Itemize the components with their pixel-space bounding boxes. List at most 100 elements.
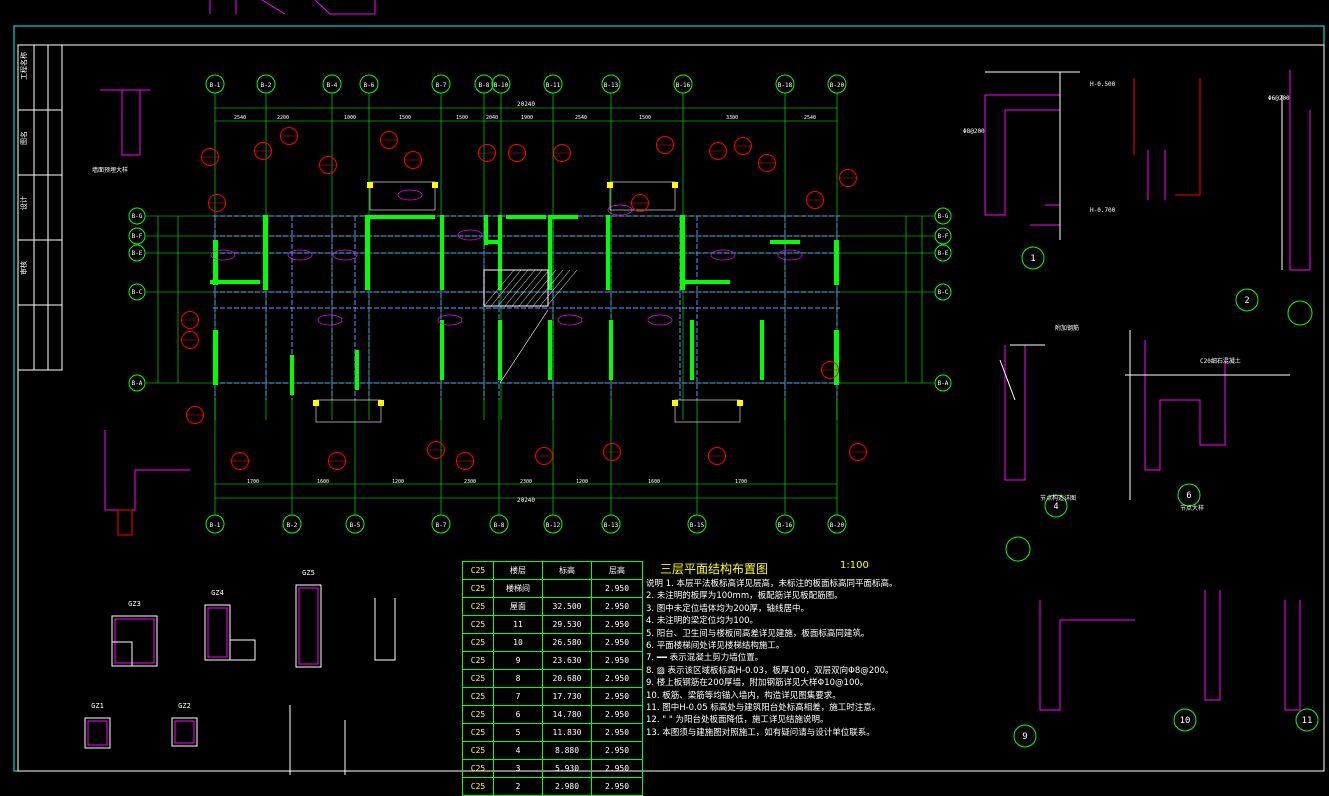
axis-label: B-20 <box>830 82 845 89</box>
column-label: GZ4 <box>211 589 224 597</box>
shear-wall <box>365 215 435 219</box>
title-block-label: 工程名称 <box>19 52 28 80</box>
note-line: 4. 未注明的梁定位均为100。 <box>646 616 759 627</box>
plan-scale: 1:100 <box>840 560 869 571</box>
level-table-cell: 2.950 <box>591 651 643 670</box>
section-markers <box>181 127 867 470</box>
detail-line <box>1133 78 1201 196</box>
note-line: 13. 本图须与建施图对照施工，如有疑问请与设计单位联系。 <box>646 727 875 738</box>
slab-tag <box>457 229 483 241</box>
level-table-cell: 2.950 <box>591 741 643 760</box>
column-rebar <box>114 618 155 664</box>
column-sections: GZ3 GZ4 GZ5 GZ1 GZ2 <box>84 569 396 775</box>
shear-wall <box>548 320 552 380</box>
axis-label: B-C <box>938 289 949 296</box>
axis-label: B-6 <box>364 82 375 89</box>
note-line: 11. 图中H-0.05 标高处与建筑阳台处标高相差，施工时注意。 <box>646 703 881 714</box>
shear-wall <box>680 280 730 284</box>
column-label: GZ3 <box>128 600 141 608</box>
level-table-row: C25 11 29.530 2.950 <box>462 615 643 634</box>
axis-label: B-7 <box>436 82 447 89</box>
axis-label: B-G <box>132 213 143 220</box>
shear-wall <box>760 320 764 380</box>
misc-detail <box>289 598 396 775</box>
column-section <box>204 604 231 661</box>
detail-pier <box>117 509 133 536</box>
balcony-column <box>432 182 438 188</box>
dimension-segment: 2540 <box>804 115 816 121</box>
dimension-segment: 1900 <box>521 115 533 121</box>
level-table-cell: 2.950 <box>591 597 643 616</box>
detail-line <box>1284 600 1301 711</box>
dimension-segment: 1700 <box>247 479 259 485</box>
shear-wall <box>498 215 502 290</box>
detail-line <box>1030 204 1061 226</box>
dimension-segment: 1700 <box>735 479 747 485</box>
level-table-cell: 2.950 <box>591 687 643 706</box>
level-table-cell: C25 <box>462 687 494 706</box>
level-table-row: C25 2 2.980 2.950 <box>462 777 643 796</box>
level-table-cell: C25 <box>462 651 494 670</box>
detail-line <box>1147 150 1166 200</box>
level-table-cell: 5 <box>493 723 543 742</box>
axis-label: B-A <box>132 380 143 387</box>
note-line: 5. 阳台、卫生间与楼板间高差详见建施，板面标高同建筑。 <box>646 628 870 639</box>
note-line: 8. ▨ 表示该区域板标高H-0.03，板厚100，双层双向Φ8@200。 <box>646 665 894 676</box>
detail-line <box>1039 600 1135 711</box>
slab-tag <box>317 314 343 326</box>
dimension-segment: 2300 <box>464 479 476 485</box>
balcony-column <box>607 182 613 188</box>
balcony-slab <box>315 399 382 423</box>
detail-callout-label: 1 <box>1030 254 1035 264</box>
axis-grid: B-1 B-2 B-4 B-6 B-7 B-8 B-10 B-11 B-13 B-16 B-18 B-… <box>128 74 952 534</box>
level-table-cell: 2.980 <box>542 777 592 796</box>
level-table-cell: 23.630 <box>542 651 592 670</box>
shear-wall <box>834 240 839 285</box>
dimension-lines: 20240 2540 2200 1000 1500 1500 2040 1900 2540 150… <box>157 101 923 504</box>
shear-wall <box>506 215 546 219</box>
level-table-cell: 2.950 <box>591 777 643 796</box>
level-table-cell <box>542 579 592 598</box>
balcony-column <box>313 400 319 406</box>
level-table-cell: 26.580 <box>542 633 592 652</box>
axis-label: B-16 <box>676 82 691 89</box>
axis-label: B-12 <box>546 522 561 529</box>
balcony-column <box>672 182 678 188</box>
balcony-column <box>737 400 743 406</box>
dimension-segment: 2540 <box>575 115 587 121</box>
level-table-cell: C25 <box>462 741 494 760</box>
detail-callout-label: 9 <box>1022 732 1027 742</box>
level-table-cell: 4 <box>493 741 543 760</box>
level-table-cell: C25 <box>462 615 494 634</box>
axis-label: B-13 <box>604 82 619 89</box>
level-table-cell: C25 <box>462 669 494 688</box>
balcony-column <box>367 182 373 188</box>
shear-wall <box>609 320 613 380</box>
axis-label: B-7 <box>436 522 447 529</box>
shear-wall <box>606 215 610 290</box>
column-label: GZ2 <box>178 702 191 710</box>
dimension-segment: 2300 <box>520 479 532 485</box>
level-table-cell: 8 <box>493 669 543 688</box>
axis-label: B-G <box>938 213 949 220</box>
level-table-cell: 6 <box>493 705 543 724</box>
balcony-slab <box>609 181 676 211</box>
level-table-cell: 10 <box>493 633 543 652</box>
column-section <box>295 584 322 668</box>
level-table-cell: C25 <box>462 723 494 742</box>
dimension-segment: 1200 <box>392 479 404 485</box>
level-table-cell: 2.950 <box>591 633 643 652</box>
column-rebar <box>298 587 319 665</box>
level-table-cell: C25 <box>462 777 494 796</box>
dimension-segment: 2200 <box>277 115 289 121</box>
title-block: 工程名称图名设计审核 <box>17 44 63 371</box>
dimension-segment: 3300 <box>726 115 738 121</box>
axis-label: B-A <box>938 380 949 387</box>
detail-line <box>1125 330 1290 500</box>
shear-wall <box>440 215 444 290</box>
note-line: 3. 图中未定位墙体均为200厚，轴线居中。 <box>646 603 810 614</box>
axis-label: B-F <box>132 233 143 240</box>
level-table-header-cell: 楼层 <box>493 561 543 580</box>
title-block-label: 图名 <box>19 131 28 145</box>
dimension-segment: 1600 <box>648 479 660 485</box>
